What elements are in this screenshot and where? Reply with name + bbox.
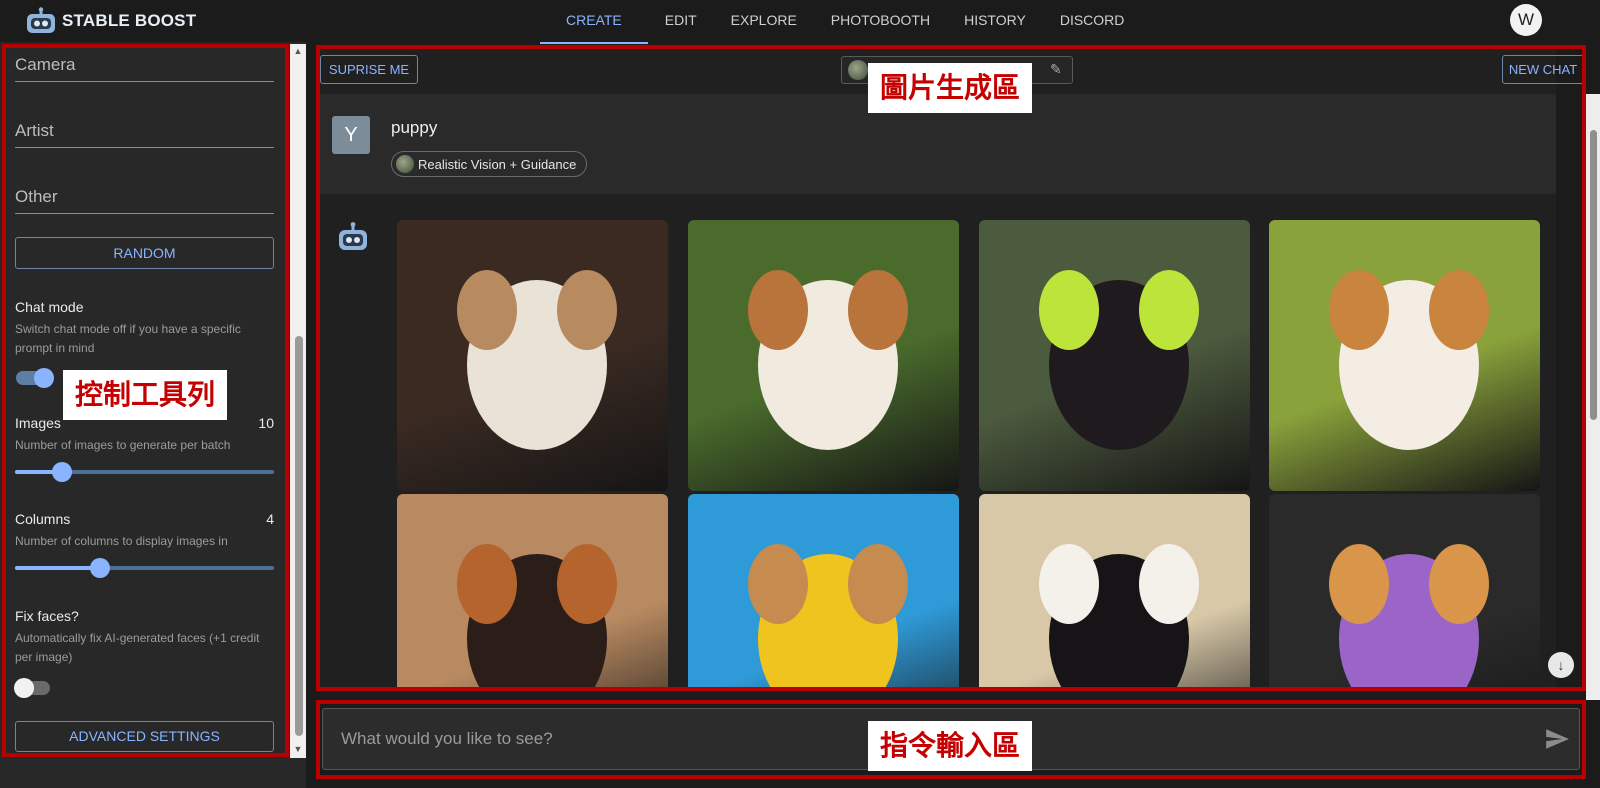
chat-mode-toggle-knob bbox=[34, 368, 54, 388]
images-value: 10 bbox=[258, 415, 274, 431]
fix-faces-description: Automatically fix AI-generated faces (+1… bbox=[15, 631, 260, 664]
model-chip-label: Realistic Vision + Guidance bbox=[418, 157, 577, 172]
puppy-ear-shape bbox=[1139, 270, 1199, 350]
puppy-ear-shape bbox=[1429, 270, 1489, 350]
scroll-down-arrow-icon[interactable]: ▼ bbox=[291, 742, 305, 756]
nav-explore[interactable]: EXPLORE bbox=[714, 0, 814, 42]
generated-image[interactable] bbox=[1269, 220, 1540, 491]
generated-image[interactable] bbox=[688, 494, 959, 687]
chat-mode-description: Switch chat mode off if you have a speci… bbox=[15, 322, 241, 355]
scroll-to-bottom-icon[interactable]: ↓ bbox=[1548, 652, 1574, 678]
nav-history[interactable]: HISTORY bbox=[947, 0, 1043, 42]
fix-faces-toggle-knob bbox=[14, 678, 34, 698]
artist-field[interactable]: Artist bbox=[15, 121, 274, 148]
images-slider[interactable] bbox=[15, 462, 274, 482]
prompt-text: puppy bbox=[391, 118, 438, 137]
suprise-me-button[interactable]: SUPRISE ME bbox=[320, 55, 418, 84]
puppy-ear-shape bbox=[1329, 544, 1389, 624]
columns-value: 4 bbox=[266, 511, 274, 527]
send-icon[interactable] bbox=[1544, 726, 1570, 752]
annotation-toolbar: 控制工具列 bbox=[63, 370, 228, 420]
model-chip-thumbnail bbox=[396, 155, 414, 173]
columns-slider-thumb[interactable] bbox=[90, 558, 110, 578]
images-slider-thumb[interactable] bbox=[52, 462, 72, 482]
puppy-ear-shape bbox=[457, 270, 517, 350]
images-description: Number of images to generate per batch bbox=[15, 438, 231, 452]
user-message-avatar: Y bbox=[332, 116, 370, 154]
puppy-ear-shape bbox=[457, 544, 517, 624]
brand-logo[interactable]: STABLE BOOST bbox=[24, 6, 196, 36]
nav-photobooth[interactable]: PHOTOBOOTH bbox=[814, 0, 947, 42]
generated-image[interactable] bbox=[397, 494, 668, 687]
sidebar-scroll-thumb[interactable] bbox=[295, 336, 303, 736]
other-field[interactable]: Other bbox=[15, 187, 274, 214]
brand-name: STABLE BOOST bbox=[62, 11, 197, 30]
puppy-ear-shape bbox=[1039, 544, 1099, 624]
images-label: Images bbox=[15, 415, 61, 431]
random-button[interactable]: RANDOM bbox=[15, 237, 274, 269]
columns-slider[interactable] bbox=[15, 558, 274, 578]
puppy-ear-shape bbox=[1429, 544, 1489, 624]
puppy-ear-shape bbox=[748, 544, 808, 624]
advanced-settings-button[interactable]: ADVANCED SETTINGS bbox=[15, 721, 274, 752]
generated-image[interactable] bbox=[688, 220, 959, 491]
chat-mode-toggle[interactable] bbox=[16, 368, 54, 388]
model-chip[interactable]: Realistic Vision + Guidance bbox=[391, 151, 588, 177]
main-scroll-thumb[interactable] bbox=[1590, 130, 1597, 420]
chat-mode-label: Chat mode bbox=[15, 299, 84, 315]
generated-image[interactable] bbox=[979, 494, 1250, 687]
puppy-ear-shape bbox=[848, 544, 908, 624]
pencil-icon[interactable]: ✎ bbox=[1050, 61, 1062, 78]
fix-faces-label: Fix faces? bbox=[15, 608, 79, 624]
top-nav-bar: STABLE BOOST CREATE EDIT EXPLORE PHOTOBO… bbox=[0, 0, 1600, 44]
user-avatar[interactable]: W bbox=[1510, 4, 1542, 36]
generated-image[interactable] bbox=[979, 220, 1250, 491]
nav-edit[interactable]: EDIT bbox=[648, 0, 714, 42]
scroll-up-arrow-icon[interactable]: ▲ bbox=[291, 44, 305, 58]
puppy-ear-shape bbox=[748, 270, 808, 350]
annotation-image-area: 圖片生成區 bbox=[868, 63, 1033, 113]
columns-label: Columns bbox=[15, 511, 71, 527]
columns-description: Number of columns to display images in bbox=[15, 534, 228, 548]
main-nav: CREATE EDIT EXPLORE PHOTOBOOTH HISTORY D… bbox=[540, 0, 1142, 44]
fix-faces-toggle[interactable] bbox=[14, 678, 50, 698]
puppy-ear-shape bbox=[1329, 270, 1389, 350]
nav-create[interactable]: CREATE bbox=[540, 0, 648, 44]
annotation-input-area: 指令輸入區 bbox=[868, 721, 1033, 771]
puppy-ear-shape bbox=[557, 270, 617, 350]
puppy-ear-shape bbox=[1039, 270, 1099, 350]
generated-image[interactable] bbox=[1269, 494, 1540, 687]
robot-logo-icon bbox=[27, 7, 55, 33]
camera-field[interactable]: Camera bbox=[15, 55, 274, 82]
image-grid bbox=[320, 195, 1556, 687]
new-chat-button[interactable]: NEW CHAT bbox=[1502, 55, 1584, 84]
puppy-ear-shape bbox=[1139, 544, 1199, 624]
model-thumbnail bbox=[848, 60, 868, 80]
nav-discord[interactable]: DISCORD bbox=[1043, 0, 1142, 42]
columns-slider-fill bbox=[15, 566, 100, 570]
generated-image[interactable] bbox=[397, 220, 668, 491]
puppy-ear-shape bbox=[557, 544, 617, 624]
puppy-ear-shape bbox=[848, 270, 908, 350]
